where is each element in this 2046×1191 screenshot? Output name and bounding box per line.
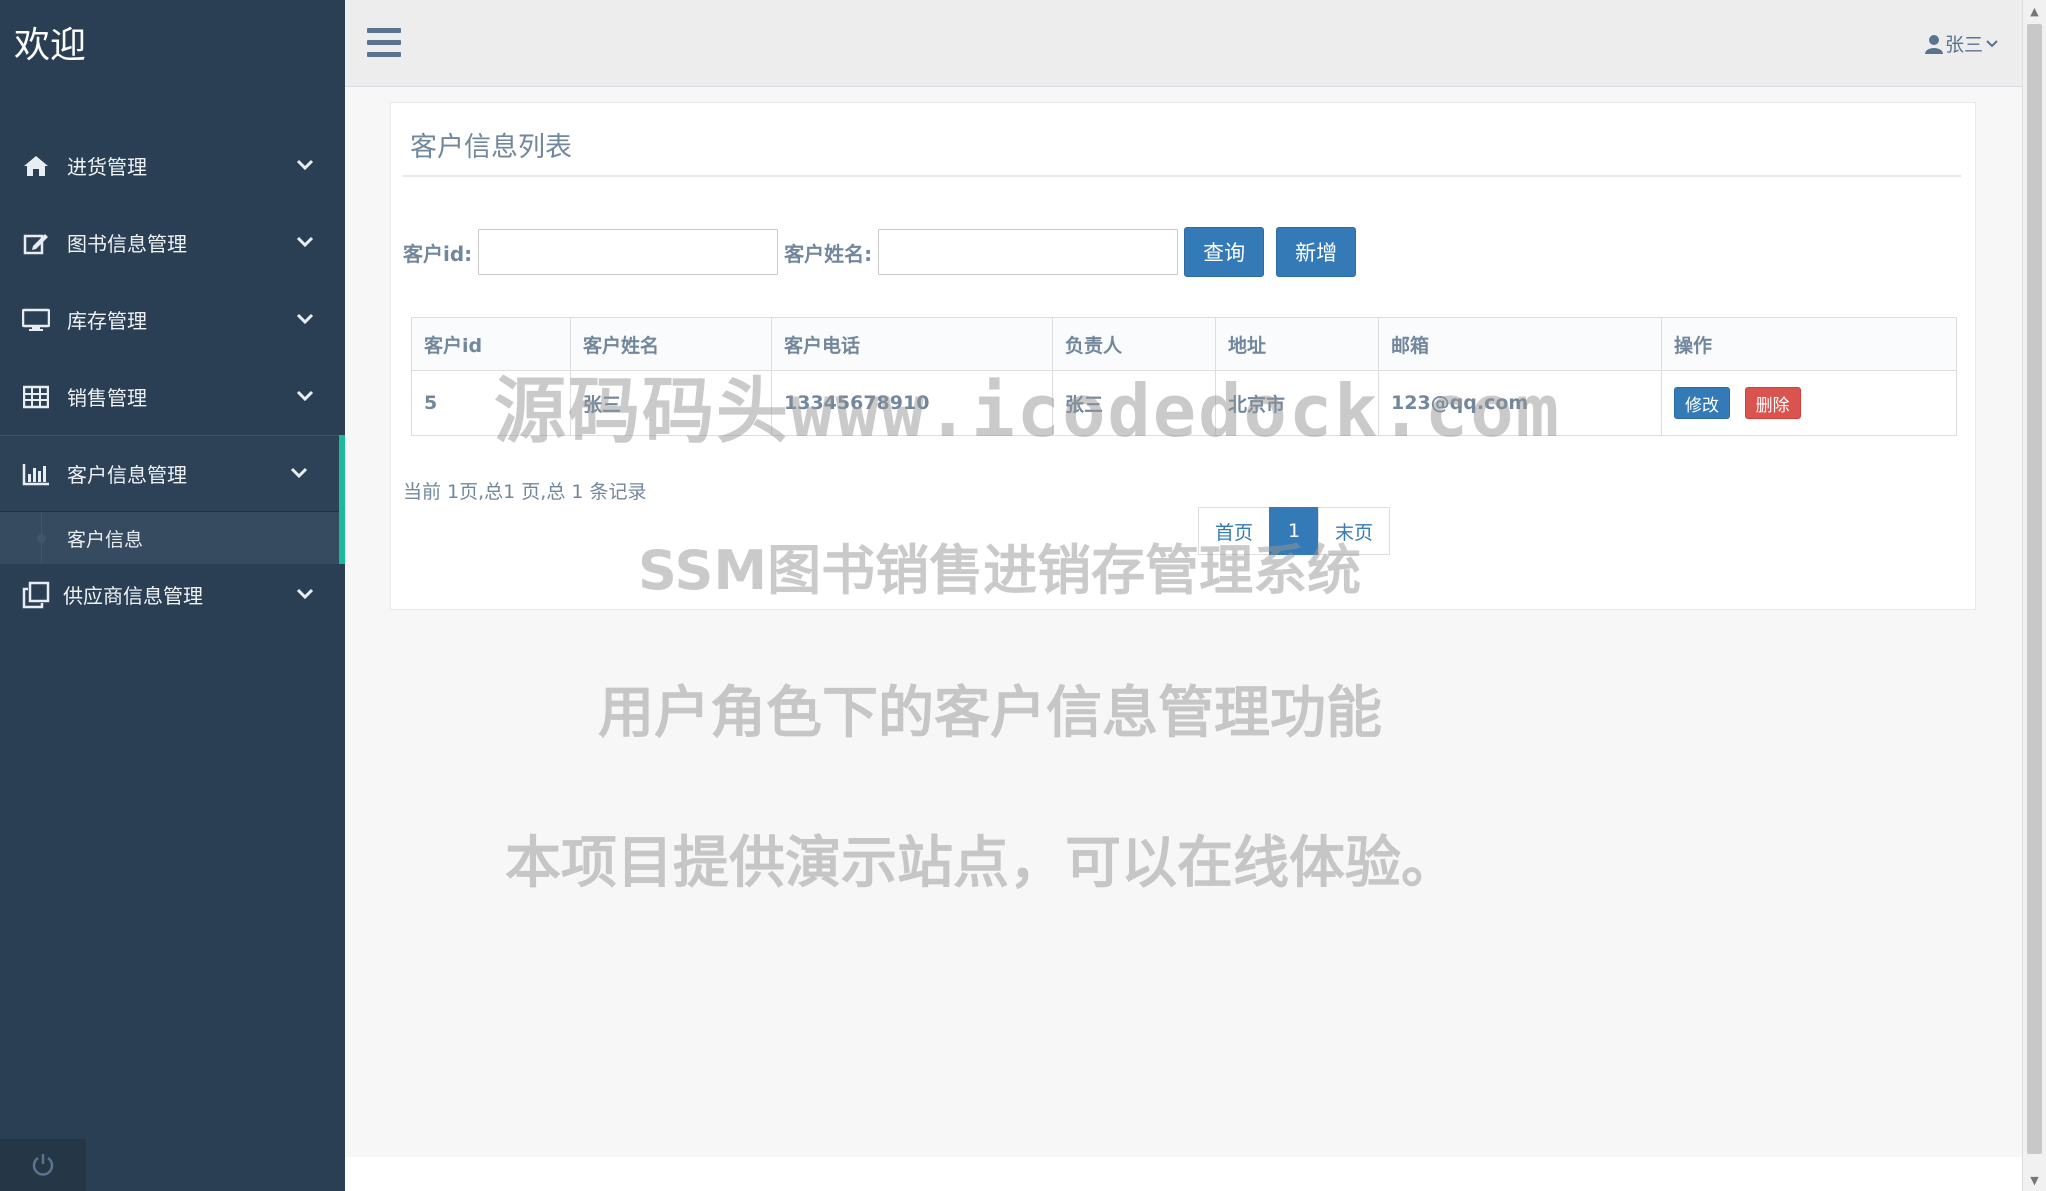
power-icon xyxy=(32,1154,54,1176)
scrollbar-thumb[interactable] xyxy=(2027,24,2042,1154)
customer-list-panel: 客户信息列表 客户id: 客户姓名: 查询 新增 客户id 客户姓名 客户电话 … xyxy=(390,102,1976,610)
watermark-line-3: 用户角色下的客户信息管理功能 xyxy=(598,681,1382,746)
customer-id-label: 客户id: xyxy=(403,241,473,266)
sidebar-item-inventory[interactable]: 库存管理 xyxy=(0,281,345,358)
chevron-down-icon xyxy=(1986,39,1998,47)
cell-actions: 修改 删除 xyxy=(1661,370,1957,436)
sidebar-item-label: 销售管理 xyxy=(67,386,147,410)
customer-name-label: 客户姓名: xyxy=(784,241,873,266)
sidebar-item-label: 图书信息管理 xyxy=(67,232,187,256)
query-button[interactable]: 查询 xyxy=(1184,227,1265,277)
customer-table: 客户id 客户姓名 客户电话 负责人 地址 邮箱 操作 5 张三 1334567… xyxy=(411,317,1957,436)
sidebar-item-customers[interactable]: 客户信息管理 xyxy=(0,435,345,512)
column-header: 邮箱 xyxy=(1378,317,1662,371)
sub-tree-dot xyxy=(37,534,46,543)
cell-customer-name: 张三 xyxy=(570,370,772,436)
column-header: 客户电话 xyxy=(771,317,1053,371)
cell-customer-id: 5 xyxy=(411,370,571,436)
last-page-link[interactable]: 末页 xyxy=(1318,507,1391,555)
sidebar-item-sales[interactable]: 销售管理 xyxy=(0,358,345,435)
table-row: 5 张三 13345678910 张三 北京市 123@qq.com 修改 删除 xyxy=(411,370,1957,436)
edit-button[interactable]: 修改 xyxy=(1674,387,1730,419)
column-header: 负责人 xyxy=(1052,317,1216,371)
table-header-row: 客户id 客户姓名 客户电话 负责人 地址 邮箱 操作 xyxy=(411,317,1957,371)
edit-icon xyxy=(21,228,51,258)
watermark-line-4: 本项目提供演示站点，可以在线体验。 xyxy=(505,831,1457,896)
cell-address: 北京市 xyxy=(1215,370,1379,436)
cell-owner: 张三 xyxy=(1052,370,1216,436)
sidebar-subitem-label: 客户信息 xyxy=(67,528,144,551)
chevron-down-icon xyxy=(296,390,314,402)
column-header: 客户姓名 xyxy=(570,317,772,371)
scroll-down-icon[interactable]: ▼ xyxy=(2023,1169,2046,1191)
chevron-down-icon xyxy=(296,313,314,325)
panel-title: 客户信息列表 xyxy=(410,132,572,163)
user-menu[interactable]: 张三 xyxy=(1924,30,1999,57)
user-icon xyxy=(1924,34,1943,54)
sidebar-item-books[interactable]: 图书信息管理 xyxy=(0,204,345,281)
search-form: 客户id: 客户姓名: 查询 新增 xyxy=(403,226,1368,278)
sidebar-item-purchase[interactable]: 进货管理 xyxy=(0,127,345,204)
first-page-link[interactable]: 首页 xyxy=(1198,507,1271,555)
pagination: 首页 1 末页 xyxy=(1198,507,1391,555)
sidebar-item-label: 库存管理 xyxy=(67,309,147,333)
sidebar: 欢迎 进货管理 图书信息管理 库存管理 销售管理 客户信息管理 客户信息 供应商… xyxy=(0,0,345,1191)
chevron-down-icon xyxy=(296,236,314,248)
sidebar-item-label: 供应商信息管理 xyxy=(63,584,203,608)
customer-name-input[interactable] xyxy=(878,229,1179,275)
current-page-link[interactable]: 1 xyxy=(1269,507,1320,555)
chevron-down-icon xyxy=(296,588,314,600)
page-info: 当前 1页,总1 页,总 1 条记录 xyxy=(403,481,647,503)
top-navbar: 张三 xyxy=(345,0,2023,87)
vertical-scrollbar[interactable]: ▲ ▼ xyxy=(2022,0,2046,1191)
sidebar-brand: 欢迎 xyxy=(14,25,87,66)
cell-customer-phone: 13345678910 xyxy=(771,370,1053,436)
logout-button[interactable] xyxy=(0,1139,86,1191)
chevron-down-icon xyxy=(296,159,314,171)
home-icon xyxy=(21,151,51,181)
add-button[interactable]: 新增 xyxy=(1276,227,1357,277)
delete-button[interactable]: 删除 xyxy=(1744,387,1801,419)
bar-chart-icon xyxy=(21,459,51,489)
column-header: 地址 xyxy=(1215,317,1379,371)
scroll-up-icon[interactable]: ▲ xyxy=(2023,0,2046,22)
column-header: 操作 xyxy=(1661,317,1957,371)
menu-toggle-icon[interactable] xyxy=(367,28,401,58)
page-footer xyxy=(345,1157,2023,1191)
cell-email: 123@qq.com xyxy=(1378,370,1662,436)
sidebar-item-label: 进货管理 xyxy=(67,155,147,179)
panel-divider xyxy=(403,175,1961,177)
user-name: 张三 xyxy=(1944,34,1983,56)
customer-id-input[interactable] xyxy=(478,229,779,275)
sidebar-item-label: 客户信息管理 xyxy=(67,463,187,487)
sidebar-menu: 进货管理 图书信息管理 库存管理 销售管理 客户信息管理 客户信息 供应商信息管… xyxy=(0,127,345,633)
table-icon xyxy=(21,382,51,412)
desktop-icon xyxy=(21,305,51,335)
clone-icon xyxy=(21,580,51,610)
chevron-down-icon xyxy=(290,467,308,479)
sidebar-item-suppliers[interactable]: 供应商信息管理 xyxy=(0,556,345,633)
column-header: 客户id xyxy=(411,317,571,371)
